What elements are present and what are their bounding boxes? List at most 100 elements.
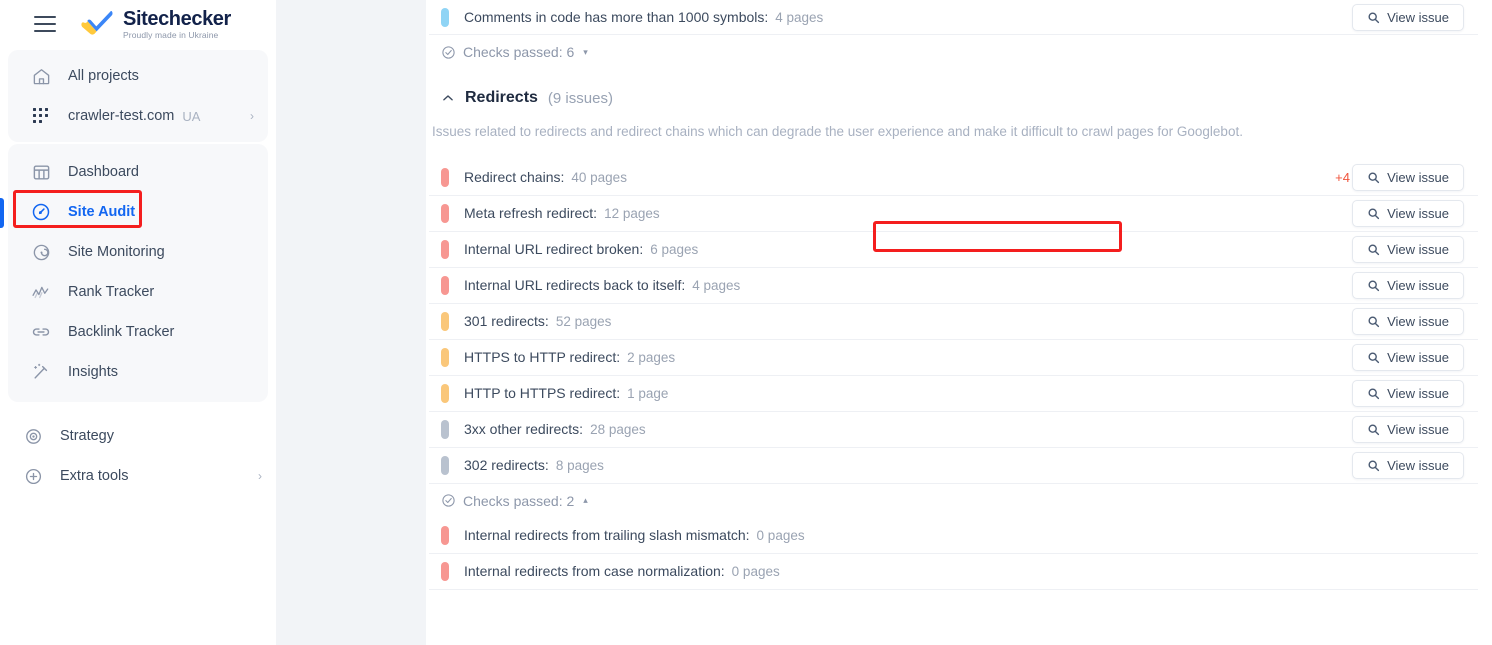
check-circle-icon — [441, 493, 456, 508]
issue-name: HTTP to HTTPS redirect: — [464, 385, 621, 402]
severity-indicator — [441, 239, 449, 259]
section-issue-count: (9 issues) — [547, 89, 613, 107]
issue-row[interactable]: Internal redirects from case normalizati… — [429, 554, 1478, 590]
checks-passed-toggle-bottom[interactable]: Checks passed: 2 ▴ — [429, 484, 1478, 518]
issue-count: 0 pages — [756, 527, 805, 543]
dashboard-icon — [30, 161, 52, 183]
issue-row[interactable]: 3xx other redirects: 28 pages View issue — [429, 412, 1478, 448]
nav-divider — [0, 402, 276, 408]
issue-name: Internal URL redirect broken: — [464, 241, 644, 258]
tools-group: Strategy Extra tools › — [0, 416, 276, 496]
severity-indicator — [441, 419, 449, 439]
view-issue-label: View issue — [1387, 9, 1449, 25]
sidebar: Sitechecker Proudly made in Ukraine All … — [0, 0, 276, 645]
sidebar-item-label: crawler-test.com — [68, 108, 175, 124]
view-issue-button[interactable]: View issue — [1352, 379, 1464, 407]
sidebar-item-label: Strategy — [60, 428, 114, 444]
severity-indicator — [441, 275, 449, 295]
issue-count: 4 pages — [692, 277, 741, 293]
chevron-right-icon[interactable]: › — [250, 110, 254, 122]
chevron-right-icon[interactable]: › — [258, 470, 262, 482]
active-indicator-bar — [0, 198, 4, 228]
issue-name: Comments in code has more than 1000 symb… — [464, 9, 769, 25]
view-issue-label: View issue — [1387, 457, 1449, 473]
sidebar-item-label: Extra tools — [60, 468, 129, 484]
severity-indicator — [441, 525, 449, 545]
section-header-redirects[interactable]: Redirects (9 issues) — [429, 89, 1478, 107]
sidebar-item-backlink-tracker[interactable]: Backlink Tracker — [8, 312, 268, 352]
sidebar-item-all-projects[interactable]: All projects — [8, 56, 268, 96]
sidebar-item-site-monitoring[interactable]: Site Monitoring — [8, 232, 268, 272]
issue-name: 3xx other redirects: — [464, 421, 584, 438]
view-issue-label: View issue — [1387, 277, 1449, 293]
view-issue-label: View issue — [1387, 169, 1449, 185]
issue-name: HTTPS to HTTP redirect: — [464, 349, 621, 366]
issue-count: 1 page — [627, 385, 669, 401]
magnifier-icon — [1367, 315, 1380, 328]
brand-title: Sitechecker — [123, 7, 231, 30]
severity-indicator — [441, 311, 449, 331]
view-issue-button[interactable]: View issue — [1352, 235, 1464, 263]
issue-count: 52 pages — [555, 313, 612, 329]
sidebar-item-insights[interactable]: Insights — [8, 352, 268, 392]
view-issue-button[interactable]: View issue — [1352, 451, 1464, 479]
view-issue-button[interactable]: View issue — [1352, 307, 1464, 335]
sidebar-item-extra-tools[interactable]: Extra tools › — [0, 456, 276, 496]
issue-row[interactable]: Internal URL redirect broken: 6 pages View… — [429, 232, 1478, 268]
issue-count: 2 pages — [627, 349, 676, 365]
view-issue-button[interactable]: View issue — [1352, 3, 1464, 31]
project-country-badge: UA — [182, 108, 201, 124]
view-issue-label: View issue — [1387, 313, 1449, 329]
chevron-down-icon[interactable]: ▾ — [583, 47, 588, 58]
magnifier-icon — [1367, 387, 1380, 400]
primary-nav-panel: Dashboard Site Audit Site Monitoring Ran… — [0, 144, 268, 402]
chevron-up-icon[interactable]: ▴ — [583, 495, 588, 506]
issue-name: Meta refresh redirect: — [464, 205, 598, 222]
sidebar-item-rank-tracker[interactable]: Rank Tracker — [8, 272, 268, 312]
sidebar-item-label: Site Monitoring — [68, 244, 165, 260]
issue-name: 301 redirects: — [464, 313, 549, 330]
chevron-up-icon[interactable] — [441, 91, 455, 105]
plus-circle-icon — [22, 465, 44, 487]
checks-passed-toggle-top[interactable]: Checks passed: 6 ▾ — [429, 35, 1478, 69]
issue-row[interactable]: Meta refresh redirect: 12 pages View issue — [429, 196, 1478, 232]
brand-logo[interactable]: Sitechecker Proudly made in Ukraine — [80, 9, 231, 40]
magnifier-icon — [1367, 243, 1380, 256]
view-issue-label: View issue — [1387, 421, 1449, 437]
issue-row[interactable]: HTTP to HTTPS redirect: 1 page View issue — [429, 376, 1478, 412]
magnifier-icon — [1367, 171, 1380, 184]
issue-count: 40 pages — [571, 169, 627, 185]
view-issue-button[interactable]: View issue — [1352, 271, 1464, 299]
issue-count: 6 pages — [650, 241, 699, 257]
issue-name: 302 redirects: — [464, 457, 549, 474]
issue-count: 8 pages — [555, 457, 604, 473]
issue-row[interactable]: Comments in code has more than 1000 symb… — [429, 0, 1478, 35]
main-content: Comments in code has more than 1000 symb… — [426, 0, 1492, 645]
issue-count: 4 pages — [775, 9, 824, 25]
view-issue-label: View issue — [1387, 205, 1449, 221]
view-issue-button[interactable]: View issue — [1352, 199, 1464, 227]
issue-row[interactable]: 302 redirects: 8 pages View issue — [429, 448, 1478, 484]
app-root: Sitechecker Proudly made in Ukraine All … — [0, 0, 1492, 645]
issue-name: Internal redirects from trailing slash m… — [464, 527, 750, 544]
severity-indicator — [441, 203, 449, 223]
hamburger-icon[interactable] — [34, 16, 56, 32]
sidebar-item-strategy[interactable]: Strategy — [0, 416, 276, 456]
issue-list: Redirect chains: 40 pages +4 View issue Meta… — [429, 160, 1478, 484]
backlink-icon — [30, 321, 52, 343]
view-issue-label: View issue — [1387, 385, 1449, 401]
sidebar-item-crawler-test[interactable]: crawler-test.com UA › — [8, 96, 268, 136]
issue-row[interactable]: Internal URL redirects back to itself: 4 … — [429, 268, 1478, 304]
magnifier-icon — [1367, 459, 1380, 472]
view-issue-button[interactable]: View issue — [1352, 343, 1464, 371]
severity-indicator — [441, 347, 449, 367]
view-issue-button[interactable]: View issue — [1352, 415, 1464, 443]
view-issue-button[interactable]: View issue — [1352, 163, 1464, 191]
sidebar-item-dashboard[interactable]: Dashboard — [8, 152, 268, 192]
issue-row[interactable]: HTTPS to HTTP redirect: 2 pages View issue — [429, 340, 1478, 376]
issue-row[interactable]: Internal redirects from trailing slash m… — [429, 518, 1478, 554]
checks-passed-label: Checks passed: 6 — [463, 44, 575, 60]
issue-row[interactable]: 301 redirects: 52 pages View issue — [429, 304, 1478, 340]
sidebar-item-site-audit[interactable]: Site Audit — [0, 192, 268, 232]
issue-row[interactable]: Redirect chains: 40 pages +4 View issue — [429, 160, 1478, 196]
